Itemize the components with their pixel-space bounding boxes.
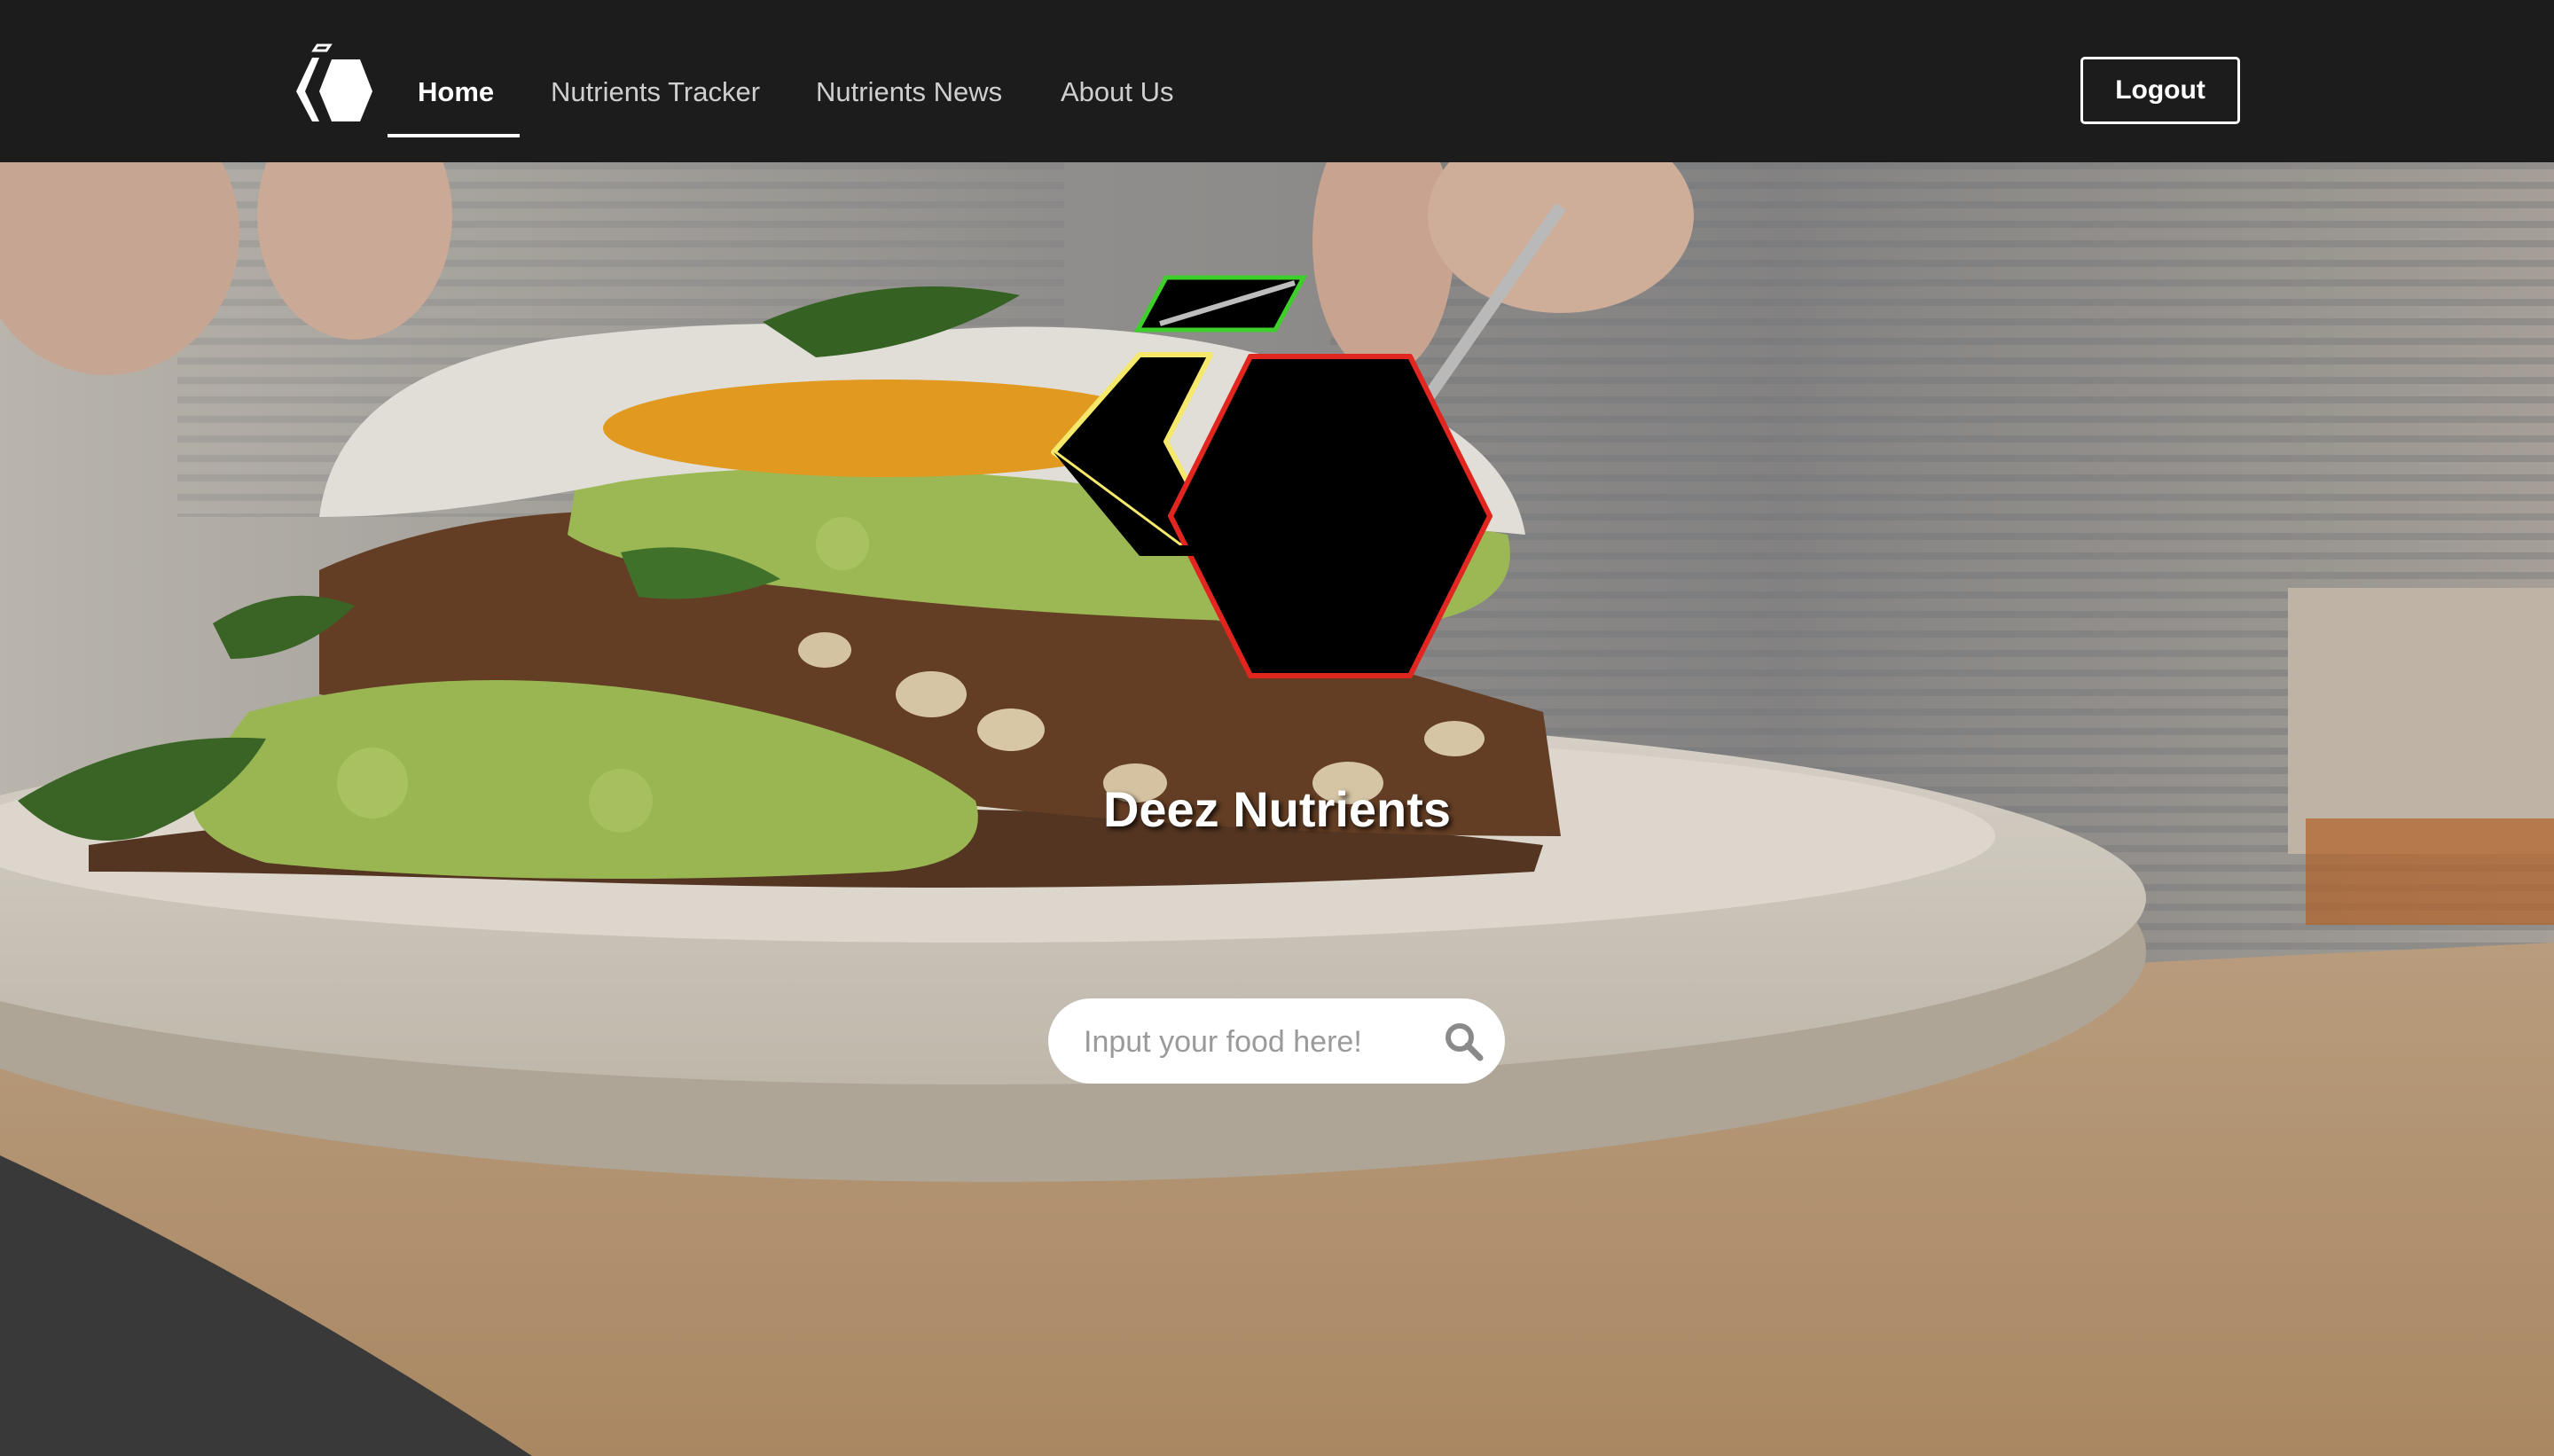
nav-link-about-us[interactable]: About Us [1061, 76, 1174, 108]
nav-link-nutrients-tracker[interactable]: Nutrients Tracker [551, 76, 760, 108]
food-search-bar [1048, 998, 1505, 1084]
deez-nutrients-logo-icon [1051, 275, 1492, 678]
brand-title: Deez Nutrients [1102, 781, 1452, 837]
search-icon[interactable] [1443, 1021, 1484, 1061]
food-search-input[interactable] [1082, 1018, 1422, 1066]
nav-link-home[interactable]: Home [418, 76, 494, 108]
brand-logo-icon[interactable] [293, 40, 376, 125]
nav-link-nutrients-news[interactable]: Nutrients News [816, 76, 1002, 108]
logout-button[interactable]: Logout [2080, 57, 2240, 124]
top-navbar: Home Nutrients Tracker Nutrients News Ab… [0, 0, 2554, 162]
active-tab-indicator [388, 134, 520, 137]
